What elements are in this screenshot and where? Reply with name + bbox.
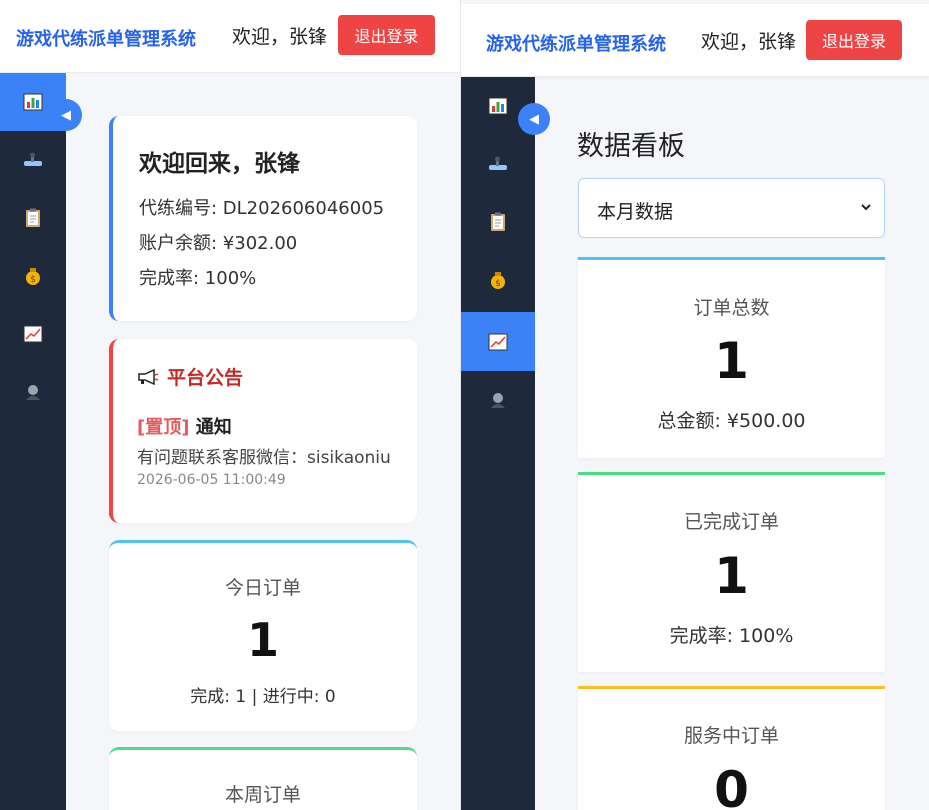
completion-rate: 完成率: 100% <box>139 268 257 289</box>
welcome-text: 欢迎，张锋 <box>701 31 797 53</box>
today-orders-value: 1 <box>246 613 279 667</box>
chevron-left-icon: ◀ <box>61 107 71 123</box>
header: 游戏代练派单管理系统 欢迎，张锋 退出登录 <box>461 4 929 77</box>
period-select-value: 本月数据 <box>597 201 674 223</box>
week-orders-title: 本周订单 <box>224 784 301 806</box>
total-orders-title: 订单总数 <box>693 297 770 319</box>
clipboard-icon <box>490 212 506 232</box>
announcement-card: 平台公告 [置顶] 通知 有问题联系客服微信：sisikaoniu 2026-0… <box>109 339 417 523</box>
dashboard-view: 游戏代练派单管理系统 欢迎，张锋 退出登录 $ ◀ 数据看板 本月数据 订单总数… <box>460 0 929 810</box>
completed-orders-title: 已完成订单 <box>683 511 779 533</box>
sidebar: $ <box>0 73 66 810</box>
svg-text:$: $ <box>30 275 36 285</box>
welcome-text: 欢迎，张锋 <box>232 26 328 48</box>
chevron-down-icon <box>860 197 872 221</box>
money-bag-icon: $ <box>24 266 42 286</box>
trend-chart-icon <box>488 333 508 351</box>
megaphone-icon <box>137 368 159 385</box>
notice-item-title[interactable]: 通知 <box>196 417 232 438</box>
total-amount: 总金额: ¥500.00 <box>657 410 806 432</box>
game-controller-icon <box>23 152 43 168</box>
chart-icon <box>23 93 43 111</box>
chevron-left-icon: ◀ <box>529 111 539 127</box>
sidebar-item-tasks[interactable] <box>461 193 535 251</box>
sidebar-collapse-button[interactable]: ◀ <box>50 99 82 131</box>
in-service-orders-title: 服务中订单 <box>683 725 779 747</box>
welcome-card: 欢迎回来，张锋 代练编号: DL202606046005 账户余额: ¥302.… <box>109 116 417 321</box>
clipboard-icon <box>25 208 41 228</box>
completed-orders-value: 1 <box>714 547 749 605</box>
pinned-tag: [置顶] <box>137 417 190 438</box>
sidebar-collapse-button[interactable]: ◀ <box>518 103 550 135</box>
sidebar-item-orders[interactable] <box>0 131 66 189</box>
sidebar-item-income[interactable]: $ <box>461 251 535 309</box>
in-service-orders-card: 服务中订单 0 <box>578 686 885 810</box>
sidebar-item-statistics[interactable] <box>461 312 535 371</box>
svg-text:$: $ <box>495 279 501 289</box>
account-balance: 账户余额: ¥302.00 <box>139 233 298 254</box>
welcome-back-heading: 欢迎回来，张锋 <box>139 151 300 177</box>
user-icon <box>24 383 42 401</box>
announcement-title: 平台公告 <box>167 367 244 389</box>
header: 游戏代练派单管理系统 欢迎，张锋 退出登录 <box>0 0 460 73</box>
week-orders-card: 本周订单 <box>109 747 417 810</box>
logout-button[interactable]: 退出登录 <box>806 20 902 60</box>
in-service-orders-value: 0 <box>714 761 749 810</box>
completion-rate: 完成率: 100% <box>669 625 794 647</box>
sidebar-item-statistics[interactable] <box>0 305 66 363</box>
sidebar-item-profile[interactable] <box>0 363 66 421</box>
trend-chart-icon <box>23 325 43 343</box>
notice-content: 有问题联系客服微信：sisikaoniu <box>137 448 391 468</box>
sidebar: $ <box>461 77 535 810</box>
sidebar-item-tasks[interactable] <box>0 189 66 247</box>
page-title: 数据看板 <box>577 131 685 162</box>
sidebar-item-profile[interactable] <box>461 371 535 429</box>
period-select[interactable]: 本月数据 <box>578 178 885 238</box>
notice-time: 2026-06-05 11:00:49 <box>137 472 286 488</box>
money-bag-icon: $ <box>489 270 507 290</box>
today-orders-card: 今日订单 1 完成: 1 | 进行中: 0 <box>109 540 417 731</box>
chart-icon <box>488 97 508 115</box>
app-title: 游戏代练派单管理系统 <box>486 34 666 55</box>
sidebar-item-income[interactable]: $ <box>0 247 66 305</box>
sidebar-item-orders[interactable] <box>461 135 535 193</box>
home-view: 游戏代练派单管理系统 欢迎，张锋 退出登录 $ ◀ 欢迎回来，张锋 代练编号: … <box>0 0 460 810</box>
logout-button[interactable]: 退出登录 <box>338 15 435 55</box>
game-controller-icon <box>488 156 508 172</box>
total-orders-value: 1 <box>714 332 749 390</box>
completed-orders-card: 已完成订单 1 完成率: 100% <box>578 472 885 672</box>
today-orders-sub: 完成: 1 | 进行中: 0 <box>190 687 336 707</box>
booster-id: 代练编号: DL202606046005 <box>139 198 385 219</box>
user-icon <box>489 391 507 409</box>
app-title: 游戏代练派单管理系统 <box>16 29 196 50</box>
total-orders-card: 订单总数 1 总金额: ¥500.00 <box>578 257 885 458</box>
today-orders-title: 今日订单 <box>224 577 301 599</box>
